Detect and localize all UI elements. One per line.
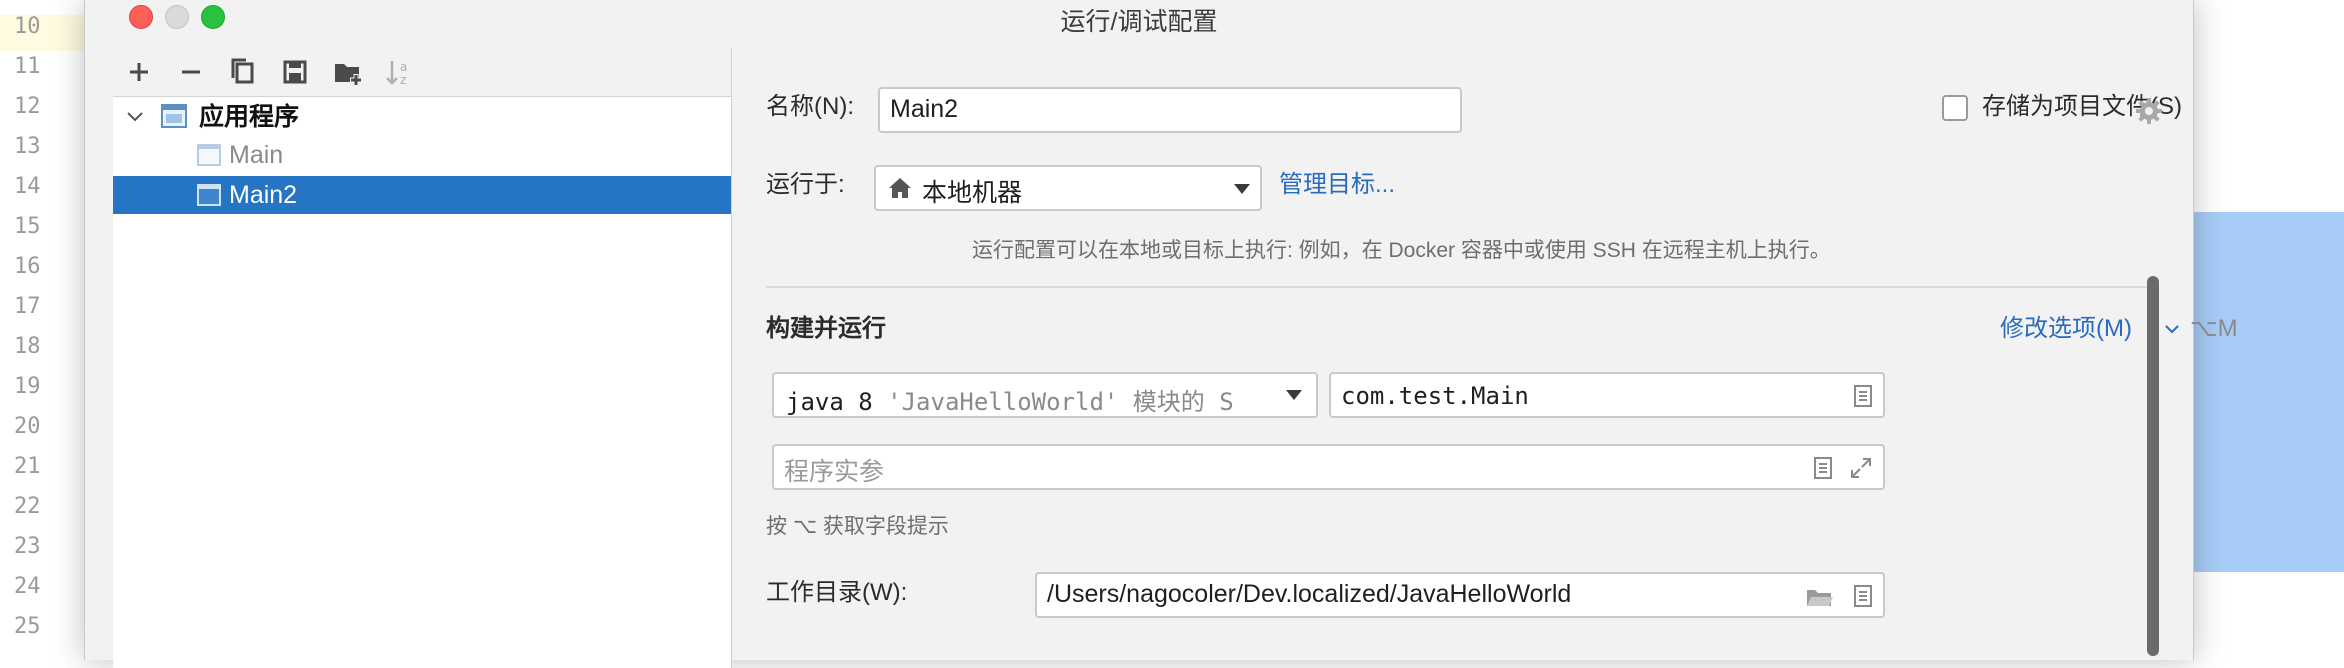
store-as-project-file-checkbox[interactable] (1942, 95, 1968, 121)
main-class-field[interactable]: com.test.Main (1329, 372, 1885, 418)
jdk-select[interactable]: java 8 'JavaHelloWorld' 模块的 S (772, 372, 1318, 418)
workdir-label: 工作目录(W): (766, 579, 908, 606)
jdk-select-arrow[interactable] (1272, 374, 1316, 416)
title-bar: 运行/调试配置 (85, 0, 2193, 36)
svg-text:z: z (400, 73, 406, 87)
document-icon[interactable] (1853, 584, 1873, 608)
tree-toolbar: az (113, 48, 731, 97)
copy-icon[interactable] (225, 54, 261, 90)
chevron-down-icon (1286, 390, 1302, 400)
tree-item-main2[interactable]: Main2 (113, 176, 731, 214)
chevron-down-icon[interactable] (127, 110, 143, 124)
run-debug-dialog: 运行/调试配置 az 应用程序 Main Main2 名称(N): Main2 … (84, 0, 2238, 668)
new-folder-icon[interactable] (329, 54, 365, 90)
manage-targets-link[interactable]: 管理目标... (1279, 169, 1395, 201)
tree-item-label: Main2 (229, 181, 298, 209)
editor-selection-highlight (2190, 212, 2344, 572)
chevron-down-icon[interactable] (1234, 184, 1250, 194)
folder-icon[interactable] (1805, 586, 1833, 608)
tree-root-application[interactable]: 应用程序 (113, 98, 731, 136)
save-icon[interactable] (277, 54, 313, 90)
document-icon[interactable] (1813, 456, 1833, 480)
home-icon (889, 178, 911, 198)
workdir-field[interactable]: /Users/nagocoler/Dev.localized/JavaHello… (1035, 572, 1885, 618)
run-on-select[interactable]: 本地机器 (874, 165, 1262, 211)
section-divider (766, 286, 2159, 288)
gear-icon[interactable] (2134, 96, 2164, 126)
field-hint: 按 ⌥ 获取字段提示 (766, 515, 949, 538)
chevron-down-icon[interactable] (2164, 324, 2180, 336)
name-label: 名称(N): (766, 93, 854, 120)
run-on-hint: 运行配置可以在本地或目标上执行: 例如，在 Docker 容器中或使用 SSH … (972, 239, 1831, 262)
config-form-panel: 名称(N): Main2 存储为项目文件(S) 运行于: 本地机器 管理目标..… (732, 36, 2238, 656)
modify-options-shortcut: ⌥M (2190, 315, 2238, 342)
application-config-icon (161, 104, 187, 128)
config-tree-panel: az 应用程序 Main Main2 (113, 48, 732, 668)
section-title: 构建并运行 (766, 315, 886, 342)
application-config-icon (197, 184, 221, 206)
name-field[interactable]: Main2 (878, 87, 1462, 133)
modify-options-link[interactable]: 修改选项(M) (2000, 313, 2132, 345)
run-on-label: 运行于: (766, 171, 845, 198)
dialog-title: 运行/调试配置 (1060, 8, 1218, 36)
program-arguments-field[interactable]: 程序实参 (772, 444, 1885, 490)
sort-az-icon[interactable]: az (381, 54, 417, 90)
application-config-icon (197, 144, 221, 166)
tree-item-main[interactable]: Main (113, 136, 731, 174)
tree-item-label: Main (229, 141, 284, 169)
tree-root-label: 应用程序 (199, 103, 300, 131)
svg-text:a: a (400, 60, 407, 74)
plus-icon[interactable] (121, 54, 157, 90)
expand-icon[interactable] (1849, 456, 1873, 480)
document-icon[interactable] (1853, 384, 1873, 408)
minus-icon[interactable] (173, 54, 209, 90)
form-scrollbar[interactable] (2147, 276, 2159, 656)
